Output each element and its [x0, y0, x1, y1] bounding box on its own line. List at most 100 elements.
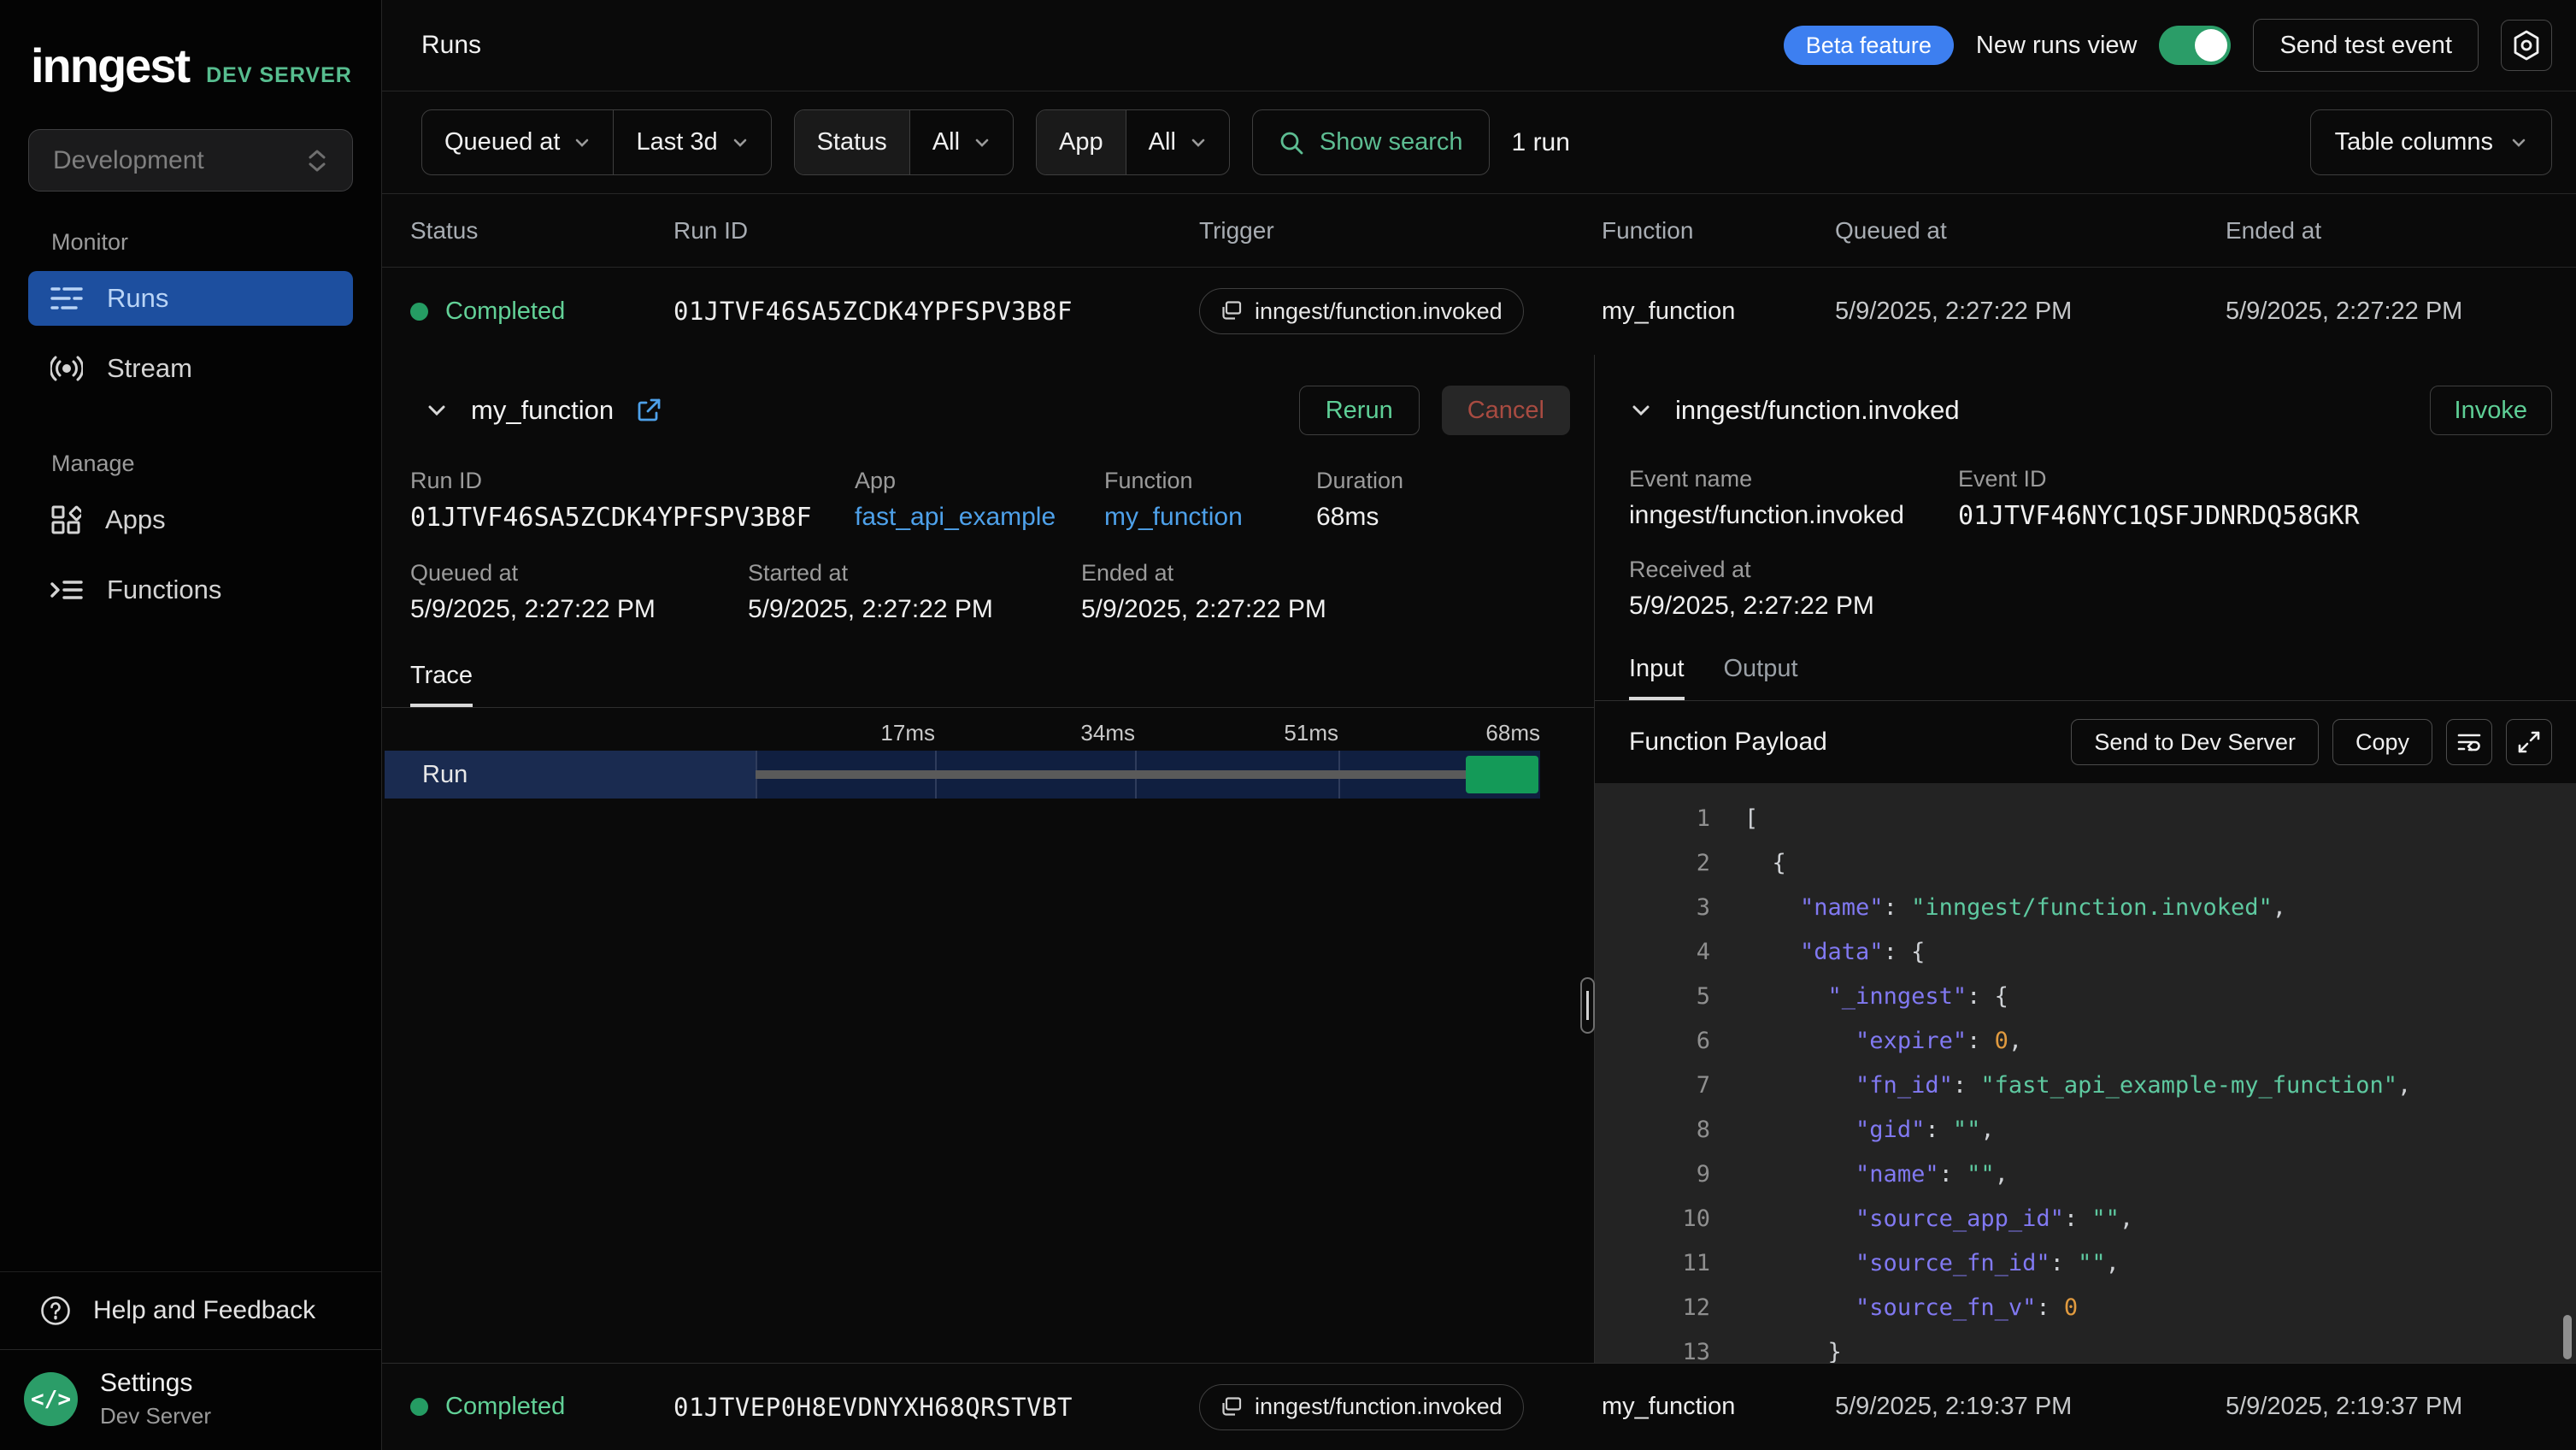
- sidebar-item-functions[interactable]: Functions: [28, 563, 353, 617]
- settings-gear-button[interactable]: [2501, 20, 2552, 71]
- col-function[interactable]: Function: [1602, 217, 1835, 245]
- functions-icon: [50, 576, 83, 604]
- trigger-pill[interactable]: inngest/function.invoked: [1199, 1384, 1524, 1430]
- app-filter-select[interactable]: All: [1126, 110, 1229, 174]
- line-number: 5: [1595, 975, 1710, 1019]
- time-range-select[interactable]: Last 3d: [613, 110, 770, 174]
- settings-title: Settings: [100, 1369, 211, 1398]
- dev-server-badge-icon: </>: [24, 1372, 78, 1426]
- code-text: "gid": "",: [1744, 1108, 1995, 1152]
- app-link[interactable]: fast_api_example: [855, 503, 1104, 532]
- trace-row-label-cell: Run: [385, 751, 756, 799]
- tab-output[interactable]: Output: [1724, 655, 1798, 700]
- table-columns-button[interactable]: Table columns: [2310, 109, 2552, 175]
- resize-grip-icon: [1586, 991, 1589, 1020]
- runs-icon: [50, 284, 83, 313]
- page-title: Runs: [421, 31, 481, 60]
- run-meta-row-1: Run ID 01JTVF46SA5ZCDK4YPFSPV3B8F App fa…: [382, 468, 1594, 533]
- expanded-run-details: my_function Rerun Cancel Run ID 01JTVF46…: [382, 355, 2576, 1363]
- settings-subtitle: Dev Server: [100, 1403, 211, 1429]
- word-wrap-button[interactable]: [2446, 719, 2492, 765]
- sidebar-item-runs[interactable]: Runs: [28, 271, 353, 326]
- run-function: my_function: [1602, 298, 1835, 326]
- app-filter-label-text: App: [1059, 128, 1103, 156]
- pane-resize-handle[interactable]: [1580, 977, 1595, 1034]
- sidebar-item-apps[interactable]: Apps: [28, 492, 353, 547]
- tab-input[interactable]: Input: [1629, 655, 1685, 700]
- show-search-button[interactable]: Show search: [1252, 109, 1490, 175]
- expand-payload-button[interactable]: [2506, 719, 2552, 765]
- code-line: 3 "name": "inngest/function.invoked",: [1595, 886, 2576, 930]
- event-squares-icon: [1220, 300, 1243, 322]
- sidebar-item-runs-label: Runs: [107, 283, 168, 314]
- sidebar-bottom: Help and Feedback </> Settings Dev Serve…: [0, 1271, 381, 1450]
- toggle-knob: [2195, 29, 2227, 62]
- trace-run-row[interactable]: Run: [385, 751, 1540, 799]
- trace-waterfall: 17ms 34ms 51ms 68ms Run: [382, 708, 1594, 799]
- inngest-logo: inngest: [31, 38, 189, 93]
- status-filter-select[interactable]: All: [909, 110, 1013, 174]
- col-run-id[interactable]: Run ID: [673, 217, 1199, 245]
- received-at-row: Received at 5/9/2025, 2:27:22 PM: [1595, 557, 2576, 621]
- chevron-down-icon[interactable]: [1629, 398, 1653, 422]
- app-filter-label: App: [1037, 110, 1126, 174]
- queued-at-field: Queued at 5/9/2025, 2:27:22 PM: [410, 560, 748, 624]
- send-test-event-button[interactable]: Send test event: [2253, 19, 2479, 72]
- line-number: 13: [1595, 1330, 1710, 1363]
- code-line: 12 "source_fn_v": 0: [1595, 1286, 2576, 1330]
- run-function: my_function: [1602, 1393, 1835, 1421]
- external-link-icon[interactable]: [636, 398, 662, 423]
- settings-link[interactable]: </> Settings Dev Server: [0, 1349, 381, 1450]
- table-row[interactable]: Completed 01JTVEP0H8EVDNYXH68QRSTVBT inn…: [382, 1363, 2576, 1450]
- trigger-pill[interactable]: inngest/function.invoked: [1199, 288, 1524, 334]
- cancel-button[interactable]: Cancel: [1442, 386, 1570, 435]
- line-number: 2: [1595, 841, 1710, 886]
- time-filter: Queued at Last 3d: [421, 109, 772, 175]
- trace-time-axis: 17ms 34ms 51ms 68ms: [385, 716, 1540, 751]
- started-at-label: Started at: [748, 560, 1081, 586]
- col-ended-at[interactable]: Ended at: [2226, 217, 2576, 245]
- environment-select[interactable]: Development: [28, 129, 353, 192]
- trace-tabs: Trace: [382, 662, 1594, 708]
- received-at-field: Received at 5/9/2025, 2:27:22 PM: [1629, 557, 1874, 621]
- function-link[interactable]: my_function: [1104, 503, 1316, 532]
- payload-header: Function Payload Send to Dev Server Copy: [1595, 701, 2576, 783]
- code-scrollbar[interactable]: [2563, 1315, 2572, 1359]
- code-line: 13 }: [1595, 1330, 2576, 1363]
- code-text: "fn_id": "fast_api_example-my_function",: [1744, 1064, 2411, 1108]
- run-id: 01JTVF46SA5ZCDK4YPFSPV3B8F: [673, 297, 1199, 326]
- event-details-pane: inngest/function.invoked Invoke Event na…: [1594, 355, 2576, 1363]
- trace-span-line: [756, 770, 1470, 779]
- tab-trace[interactable]: Trace: [410, 662, 473, 707]
- event-id-label: Event ID: [1958, 466, 2360, 492]
- run-ended-at: 5/9/2025, 2:27:22 PM: [2226, 298, 2576, 326]
- copy-button[interactable]: Copy: [2332, 719, 2432, 765]
- sidebar-item-stream[interactable]: Stream: [28, 341, 353, 396]
- word-wrap-icon: [2457, 731, 2481, 753]
- line-number: 4: [1595, 930, 1710, 975]
- sidebar-item-functions-label: Functions: [107, 575, 221, 605]
- chevron-down-icon[interactable]: [425, 398, 449, 422]
- run-count: 1 run: [1512, 128, 1570, 157]
- col-queued-at[interactable]: Queued at: [1835, 217, 2226, 245]
- run-status: Completed: [410, 1393, 673, 1421]
- new-runs-view-label: New runs view: [1976, 32, 2138, 60]
- invoke-button[interactable]: Invoke: [2430, 386, 2552, 435]
- col-trigger[interactable]: Trigger: [1199, 217, 1602, 245]
- code-text: "expire": 0,: [1744, 1019, 2022, 1064]
- rerun-button[interactable]: Rerun: [1299, 386, 1420, 435]
- payload-code-editor[interactable]: 1[2 {3 "name": "inngest/function.invoked…: [1595, 783, 2576, 1363]
- table-row[interactable]: Completed 01JTVF46SA5ZCDK4YPFSPV3B8F inn…: [382, 268, 2576, 355]
- run-meta-row-2: Queued at 5/9/2025, 2:27:22 PM Started a…: [382, 560, 1594, 624]
- code-text: [: [1744, 797, 1758, 841]
- help-and-feedback[interactable]: Help and Feedback: [0, 1272, 381, 1349]
- new-runs-view-toggle[interactable]: [2159, 26, 2231, 65]
- event-name-field: Event name inngest/function.invoked: [1629, 466, 1958, 531]
- gear-icon: [2512, 30, 2541, 61]
- settings-text: Settings Dev Server: [100, 1369, 211, 1429]
- col-status[interactable]: Status: [410, 217, 673, 245]
- time-field-select[interactable]: Queued at: [422, 110, 613, 174]
- send-to-dev-server-button[interactable]: Send to Dev Server: [2071, 719, 2319, 765]
- help-label: Help and Feedback: [93, 1296, 315, 1325]
- code-text: "source_fn_id": "",: [1744, 1241, 2120, 1286]
